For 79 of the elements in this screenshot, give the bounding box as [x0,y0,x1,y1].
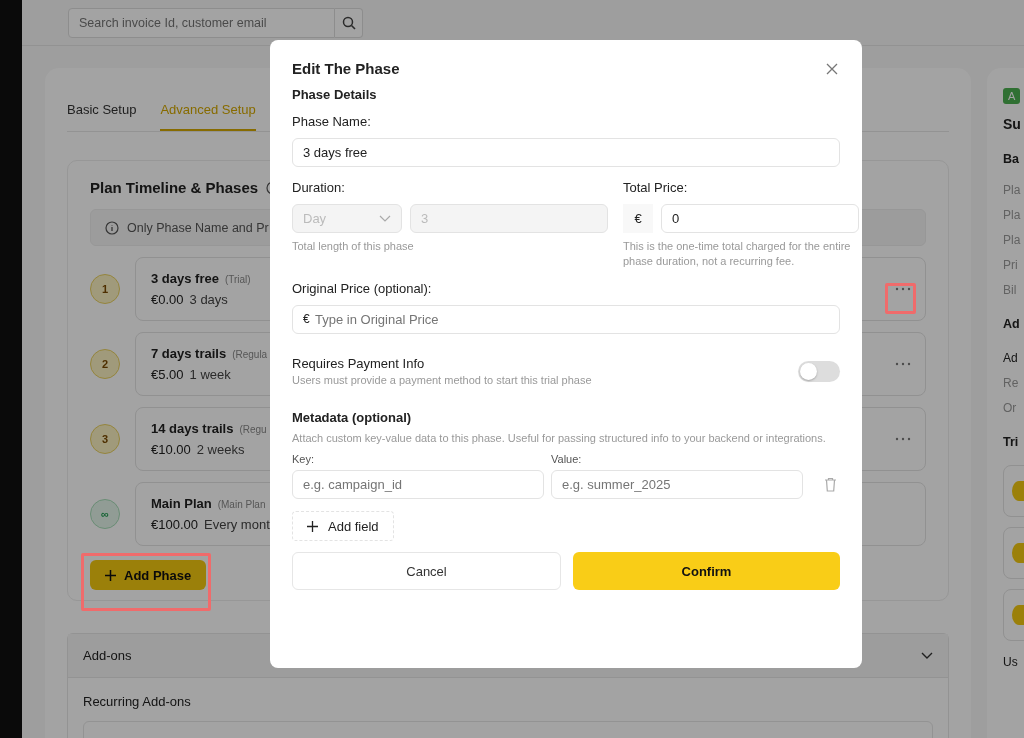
summary-label: Us [1003,655,1018,669]
field-label: Phase Name: [292,114,372,129]
plus-icon [307,520,318,532]
section-title: Metadata (optional) [292,409,413,425]
notice-text: Only Phase Name and Pr [127,220,269,235]
dialog-title: Edit The Phase [292,60,400,77]
summary-heading: Ad [1003,317,1020,331]
phase-number: 1 [90,274,120,304]
plus-icon [105,569,116,581]
field-label: Value: [551,453,583,466]
phase-name: Main Plan [151,496,212,511]
section-description: Attach custom key-value data to this phase. Useful for passing structured info to your backend or integrations. [292,430,827,446]
more-icon [895,287,911,291]
phase-name-field[interactable]: 3 days free [292,138,840,167]
summary-row-label: Pri [1003,258,1018,272]
more-icon [895,362,911,366]
info-icon [105,220,119,235]
summary-row-label: Re [1003,376,1019,390]
field-label: Total Price: [623,180,689,195]
phase-type: (Regula [232,349,268,360]
add-phase-button[interactable]: Add Phase [90,560,207,590]
summary-row-label: Or [1003,401,1017,415]
currency-label: € [303,312,310,325]
toggle-switch[interactable] [798,361,840,383]
setting-description: Users must provide a payment method to start this trial phase [292,372,592,388]
phase-duration: 2 weeks [196,442,245,457]
tab[interactable]: Basic Setup [67,98,137,131]
summary-row-label: Pla [1003,208,1021,222]
currency-label: € [623,204,653,233]
phase-duration: Every mont [204,517,270,532]
total-price-field[interactable]: 0 [661,204,859,233]
phase-marker-icon [1012,543,1024,563]
phase-number: 3 [90,424,120,454]
field-label: Key: [292,453,315,466]
field-label: Original Price (optional): [292,280,433,296]
chevron-icon [379,214,391,223]
add-field-button[interactable]: Add field [292,511,394,542]
setting-title: Requires Payment Info [292,355,426,371]
phase-number: ∞ [90,499,120,529]
trash-icon[interactable] [824,477,837,493]
phase-duration: 3 days [189,292,228,307]
phase-marker-icon [1012,605,1024,625]
cancel-button[interactable]: Cancel [292,552,561,591]
accordion-title: Add-ons [83,648,132,663]
subsection-title: Recurring Add-ons [83,694,192,709]
section-title: Phase Details [292,87,378,102]
key-field[interactable]: e.g. campaign_id [292,470,544,500]
phase-type: (Regu [239,424,267,435]
phase-type: (Trial) [224,274,251,285]
search-icon [341,15,356,30]
section-title: Plan Timeline & Phases [90,179,259,196]
phase-name: 7 days trails [151,346,227,361]
search-button[interactable] [335,7,363,38]
phase-name: 14 days trails [151,421,234,436]
phase-price: €10.00 [151,442,191,457]
phase-duration: 1 week [189,367,231,382]
summary-heading: Tri [1003,435,1019,449]
summary-row-label: Bil [1003,283,1017,297]
status-badge: A [1003,88,1021,104]
phase-price: €0.00 [151,292,184,307]
value-field[interactable]: e.g. summer_2025 [551,470,803,500]
phase-type: (Main Plan [217,499,266,510]
confirm-button[interactable]: Confirm [573,552,840,591]
summary-heading: Ba [1003,152,1019,166]
more-icon [895,437,911,441]
field-hint: Total length of this phase [292,239,415,254]
search-field[interactable]: Search invoice Id, customer email [68,7,335,38]
phase-number: 2 [90,349,120,379]
phase-price: €100.00 [151,517,198,532]
phase-marker-icon [1012,481,1024,501]
phase-price: €5.00 [151,367,184,382]
summary-title: Su [1003,116,1021,132]
phase-name: 3 days free [151,271,219,286]
field-label: Duration: [292,180,346,195]
summary-label: Ad [1003,351,1018,365]
summary-row-label: Pla [1003,233,1021,247]
close-icon [826,62,838,75]
summary-row-label: Pla [1003,183,1021,197]
field-hint: This is the one-time total charged for the entire phase duration, not a recurring fee. [623,239,852,269]
